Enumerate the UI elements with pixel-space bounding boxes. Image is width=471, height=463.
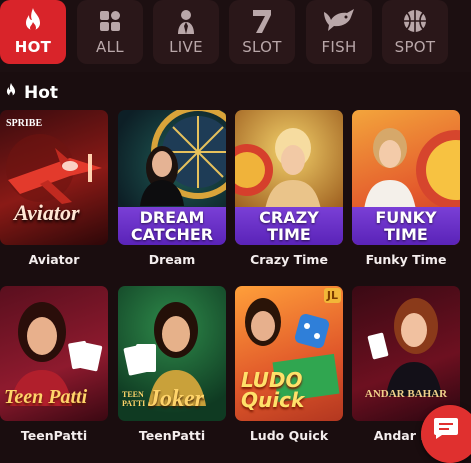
- game-art-title: ANDAR BAHAR: [364, 388, 448, 400]
- game-card-funky-time[interactable]: FUNKY TIME: [352, 110, 460, 245]
- game-name[interactable]: Dream: [118, 252, 226, 267]
- tab-spot[interactable]: SPOT: [382, 0, 448, 64]
- game-art-title: CRAZY TIME: [235, 207, 343, 245]
- tab-all[interactable]: ALL: [77, 0, 143, 64]
- game-art-title: DREAM CATCHER: [118, 207, 226, 245]
- game-art-title: FUNKY TIME: [352, 207, 460, 245]
- section-title: Hot: [4, 82, 58, 104]
- chat-icon: [433, 416, 459, 444]
- game-art-title: LUDO Quick: [241, 368, 305, 412]
- flame-icon: [4, 82, 18, 104]
- tab-label: FISH: [321, 38, 357, 56]
- game-name[interactable]: TeenPatti: [0, 428, 108, 443]
- fish-icon: [322, 4, 356, 38]
- game-card-crazy-time[interactable]: CRAZY TIME: [235, 110, 343, 245]
- game-name[interactable]: Funky Time: [352, 252, 460, 267]
- game-card-andar-bahar[interactable]: ANDAR BAHAR: [352, 286, 460, 421]
- tab-live[interactable]: LIVE: [153, 0, 219, 64]
- game-card-teenpatti-joker[interactable]: TEEN PATTI Joker: [118, 286, 226, 421]
- game-card-dream-catcher[interactable]: DREAM CATCHER: [118, 110, 226, 245]
- tab-label: HOT: [14, 38, 52, 56]
- game-name[interactable]: Crazy Time: [235, 252, 343, 267]
- tab-label: SLOT: [242, 38, 282, 56]
- seven-icon: [250, 4, 274, 38]
- game-name[interactable]: TeenPatti: [118, 428, 226, 443]
- tab-fish[interactable]: FISH: [306, 0, 372, 64]
- tab-hot[interactable]: HOT: [0, 0, 66, 64]
- game-card-teenpatti[interactable]: Teen Patti: [0, 286, 108, 421]
- game-card-ludo-quick[interactable]: JL LUDO Quick: [235, 286, 343, 421]
- provider-badge: SPRIBE: [6, 118, 43, 129]
- tab-slot[interactable]: SLOT: [229, 0, 295, 64]
- section-title-text: Hot: [24, 83, 59, 103]
- game-name[interactable]: Aviator: [0, 252, 108, 267]
- flame-icon: [21, 4, 45, 38]
- provider-badge: JL: [323, 288, 341, 303]
- game-art-title: Teen Patti: [4, 386, 88, 408]
- game-art-title: Aviator: [14, 200, 80, 225]
- dealer-icon: [173, 4, 199, 38]
- ball-icon: [402, 4, 428, 38]
- game-art-subtitle: TEEN PATTI: [122, 390, 146, 408]
- category-tab-bar: HOT ALL LIVE SLOT FISH SPOT: [0, 0, 471, 72]
- grid-icon: [98, 4, 122, 38]
- game-art-title: Joker: [148, 386, 204, 412]
- chat-button[interactable]: [421, 405, 471, 463]
- game-name[interactable]: Ludo Quick: [235, 428, 343, 443]
- tab-label: SPOT: [394, 38, 436, 56]
- game-card-aviator[interactable]: SPRIBE Aviator: [0, 110, 108, 245]
- tab-label: LIVE: [169, 38, 203, 56]
- andar-bahar-art: [367, 298, 442, 396]
- tab-label: ALL: [96, 38, 124, 56]
